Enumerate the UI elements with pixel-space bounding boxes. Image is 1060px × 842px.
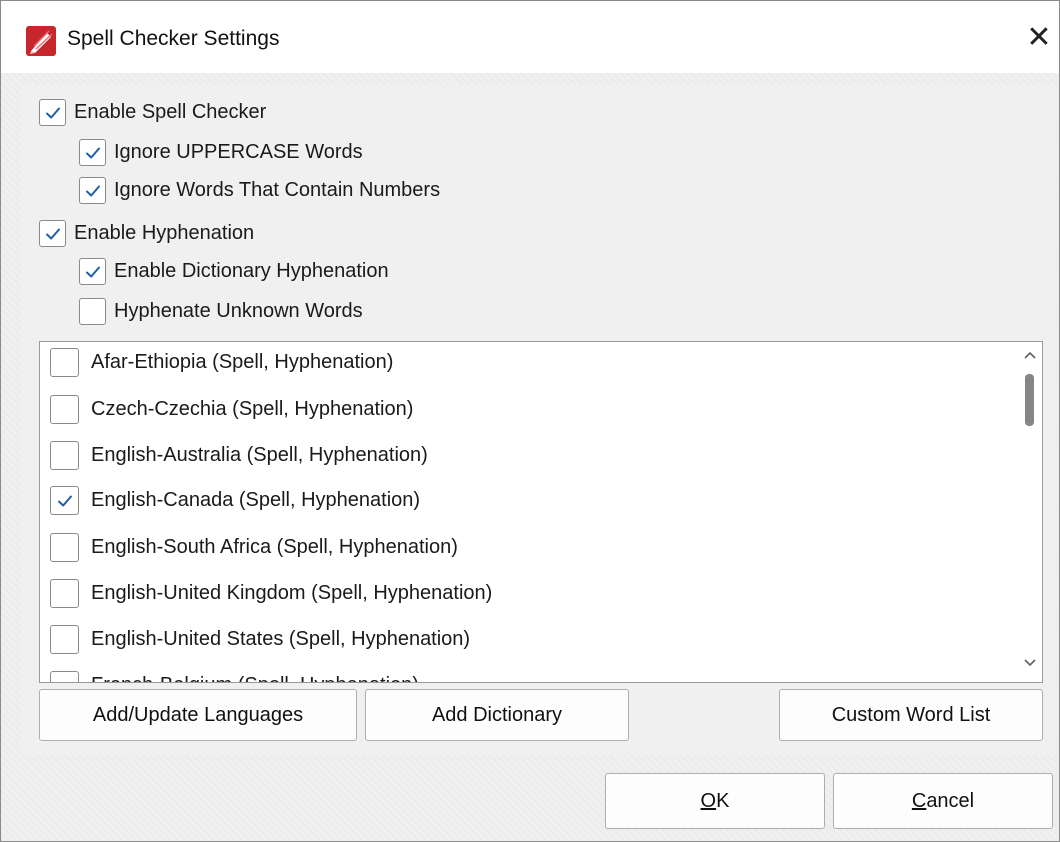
language-label: English-Australia (Spell, Hyphenation) xyxy=(91,444,428,466)
language-checkbox[interactable] xyxy=(50,395,79,424)
ignore-uppercase-label: Ignore UPPERCASE Words xyxy=(114,141,363,163)
checkmark-icon xyxy=(45,228,60,239)
language-item[interactable]: English-United Kingdom (Spell, Hyphenati… xyxy=(50,579,492,608)
hyphenate-unknown-row[interactable]: Hyphenate Unknown Words xyxy=(79,298,363,325)
add-dictionary-label: Add Dictionary xyxy=(431,703,563,726)
add-update-languages-label: Add/Update Languages xyxy=(92,703,304,726)
enable-hyphenation-label: Enable Hyphenation xyxy=(74,222,255,244)
close-button[interactable]: ✕ xyxy=(1021,21,1057,57)
add-dictionary-button[interactable]: Add Dictionary xyxy=(365,689,629,741)
chevron-up-icon xyxy=(1024,351,1036,359)
language-item[interactable]: Czech-Czechia (Spell, Hyphenation) xyxy=(50,395,413,424)
language-checkbox[interactable] xyxy=(50,625,79,654)
ignore-uppercase-row[interactable]: Ignore UPPERCASE Words xyxy=(79,139,363,166)
cancel-button[interactable]: Cancel xyxy=(833,773,1053,829)
ignore-numbers-label: Ignore Words That Contain Numbers xyxy=(114,179,441,201)
enable-hyphenation-checkbox[interactable] xyxy=(39,220,66,247)
pdf-xchange-pen-icon xyxy=(26,26,56,56)
add-update-languages-button[interactable]: Add/Update Languages xyxy=(39,689,357,741)
language-item[interactable]: French-Belgium (Spell, Hyphenation) xyxy=(50,671,419,682)
language-list[interactable]: Afar-Ethiopia (Spell, Hyphenation) Czech… xyxy=(39,341,1043,683)
language-label: English-United States (Spell, Hyphenatio… xyxy=(91,628,471,650)
checkmark-icon xyxy=(57,495,72,506)
language-checkbox[interactable] xyxy=(50,441,79,470)
enable-spell-checker-label: Enable Spell Checker xyxy=(74,101,267,123)
custom-word-list-button[interactable]: Custom Word List xyxy=(779,689,1043,741)
enable-spell-checker-checkbox[interactable] xyxy=(39,99,66,126)
custom-word-list-label: Custom Word List xyxy=(831,703,991,726)
ignore-numbers-row[interactable]: Ignore Words That Contain Numbers xyxy=(79,177,440,204)
ignore-uppercase-checkbox[interactable] xyxy=(79,139,106,166)
checkmark-icon xyxy=(85,266,100,277)
ok-button[interactable]: OK xyxy=(605,773,825,829)
language-checkbox[interactable] xyxy=(50,579,79,608)
language-item[interactable]: Afar-Ethiopia (Spell, Hyphenation) xyxy=(50,348,393,377)
hyphenate-unknown-checkbox[interactable] xyxy=(79,298,106,325)
checkmark-icon xyxy=(85,147,100,158)
cancel-mnemonic: C xyxy=(911,789,927,812)
ok-label-rest: K xyxy=(716,789,730,812)
language-label: English-South Africa (Spell, Hyphenation… xyxy=(91,536,458,558)
language-label: Afar-Ethiopia (Spell, Hyphenation) xyxy=(91,351,394,373)
scroll-down-arrow[interactable] xyxy=(1018,652,1042,674)
ignore-numbers-checkbox[interactable] xyxy=(79,177,106,204)
language-checkbox[interactable] xyxy=(50,348,79,377)
language-item[interactable]: English-Canada (Spell, Hyphenation) xyxy=(50,486,420,515)
scroll-thumb[interactable] xyxy=(1025,374,1034,426)
language-checkbox[interactable] xyxy=(50,671,79,682)
checkmark-icon xyxy=(45,107,60,118)
enable-dictionary-hyphenation-label: Enable Dictionary Hyphenation xyxy=(114,260,389,282)
language-label: English-United Kingdom (Spell, Hyphenati… xyxy=(91,582,493,604)
close-icon: ✕ xyxy=(1026,21,1052,54)
window-title: Spell Checker Settings xyxy=(67,27,280,50)
enable-dictionary-hyphenation-row[interactable]: Enable Dictionary Hyphenation xyxy=(79,258,389,285)
hyphenate-unknown-label: Hyphenate Unknown Words xyxy=(114,300,363,322)
enable-spell-checker-row[interactable]: Enable Spell Checker xyxy=(39,99,266,126)
ok-mnemonic: O xyxy=(700,789,717,812)
language-item[interactable]: English-United States (Spell, Hyphenatio… xyxy=(50,625,470,654)
language-checkbox[interactable] xyxy=(50,533,79,562)
list-scrollbar[interactable] xyxy=(1018,342,1042,682)
spell-checker-dialog: Spell Checker Settings ✕ Enable Spell Ch… xyxy=(0,0,1060,842)
checkmark-icon xyxy=(85,185,100,196)
language-label: French-Belgium (Spell, Hyphenation) xyxy=(91,674,419,682)
language-item[interactable]: English-Australia (Spell, Hyphenation) xyxy=(50,441,428,470)
ok-label: OK xyxy=(701,790,730,813)
chevron-down-icon xyxy=(1024,659,1036,667)
language-label: English-Canada (Spell, Hyphenation) xyxy=(91,489,421,511)
title-bar: Spell Checker Settings ✕ xyxy=(1,1,1059,73)
language-checkbox[interactable] xyxy=(50,486,79,515)
cancel-label: Cancel xyxy=(912,790,974,813)
enable-hyphenation-row[interactable]: Enable Hyphenation xyxy=(39,220,254,247)
language-item[interactable]: English-South Africa (Spell, Hyphenation… xyxy=(50,533,458,562)
cancel-label-rest: ancel xyxy=(926,789,975,812)
scroll-up-arrow[interactable] xyxy=(1018,344,1042,366)
language-label: Czech-Czechia (Spell, Hyphenation) xyxy=(91,398,414,420)
enable-dictionary-hyphenation-checkbox[interactable] xyxy=(79,258,106,285)
